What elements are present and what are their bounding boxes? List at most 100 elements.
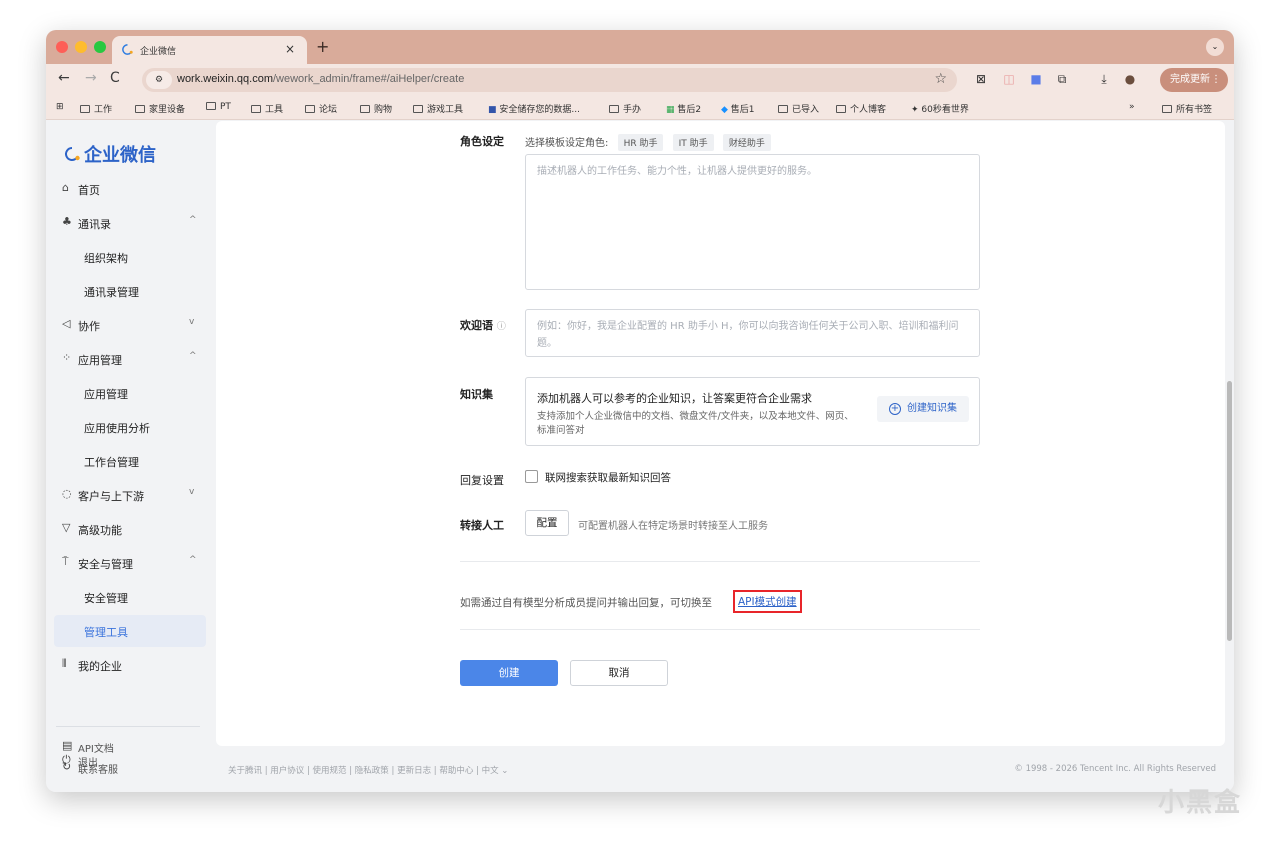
bookmark-item[interactable]: 个人博客 [836, 102, 886, 115]
bookmark-item[interactable]: 家里设备 [135, 102, 185, 115]
browser-toolbar: ← → C ⚙ work.weixin.qq.com/wework_admin/… [46, 64, 1234, 96]
puzzle-icon[interactable]: ⧉ [1054, 71, 1070, 87]
bookmark-item[interactable]: 工作 [80, 102, 112, 115]
divider [460, 561, 980, 562]
sidebar-item-admin-tools[interactable]: 管理工具 [54, 615, 206, 647]
role-description-textarea[interactable]: 描述机器人的工作任务、能力个性，让机器人提供更好的服务。 [525, 154, 980, 290]
sidebar: 企业微信 ⌂ 首页 ♣ 通讯录 ^ 组织架构 通讯录管理 ◁ 协作 v ⁘ 应用管理 ^ 应用… [46, 121, 216, 792]
browser-window: 企业微信 × + ⌄ ← → C ⚙ work.weixin.qq.com/we… [46, 30, 1234, 792]
tmall-icon: ◆ [721, 105, 731, 115]
bookmarks-overflow-button[interactable]: » [1129, 102, 1135, 112]
advanced-icon: ▽ [62, 521, 71, 534]
bookmark-item[interactable]: ◆ 售后1 [721, 102, 755, 115]
api-mode-create-link[interactable]: API模式创建 [733, 590, 802, 613]
create-knowledge-set-button[interactable]: + 创建知识集 [877, 396, 969, 422]
bookmark-item[interactable]: 已导入 [778, 102, 819, 115]
profile-avatar-icon[interactable]: ● [1122, 71, 1138, 87]
sidebar-item-contacts-management[interactable]: 通讯录管理 [46, 275, 206, 307]
close-window-button[interactable] [56, 41, 68, 53]
sidebar-item-home[interactable]: ⌂ 首页 [46, 173, 206, 205]
tab-close-icon[interactable]: × [285, 42, 295, 56]
welcome-placeholder: 例如：你好，我是企业配置的 HR 助手小 H，你可以向我咨询任何关于公司入职、培… [537, 321, 959, 349]
tab-search-chevron-icon[interactable]: ⌄ [1206, 38, 1224, 56]
bookmark-star-icon[interactable]: ☆ [934, 71, 947, 87]
sidebar-item-logout[interactable]: ⏻ 退出 [46, 749, 206, 771]
info-icon[interactable]: ⓘ [497, 322, 506, 332]
folder-icon [251, 105, 261, 113]
sidebar-item-my-enterprise[interactable]: ⫴ 我的企业 [46, 649, 206, 681]
create-button[interactable]: 创建 [460, 660, 558, 686]
chat-icon: ◌ [62, 487, 72, 500]
welcome-label: 欢迎语 ⓘ [460, 319, 506, 332]
sidebar-item-customers[interactable]: ◌ 客户与上下游 v [46, 479, 206, 511]
page-scrollbar[interactable] [1227, 381, 1232, 641]
address-bar[interactable]: ⚙ work.weixin.qq.com/wework_admin/frame#… [142, 68, 957, 92]
sidebar-item-collaboration[interactable]: ◁ 协作 v [46, 309, 206, 341]
bookmark-item[interactable]: 论坛 [305, 102, 337, 115]
sidebar-item-security-admin[interactable]: ⍑ 安全与管理 ^ [46, 547, 206, 579]
tab-wecom[interactable]: 企业微信 × [112, 36, 307, 64]
template-hr-button[interactable]: HR 助手 [617, 134, 664, 151]
chevron-down-icon: v [189, 487, 195, 497]
add-circle-icon: + [889, 403, 901, 415]
forward-arrow-icon[interactable]: → [85, 70, 97, 86]
folder-icon [836, 105, 846, 113]
minimize-window-button[interactable] [75, 41, 87, 53]
extension-icon[interactable]: ⊠ [973, 71, 989, 87]
new-tab-button[interactable]: + [316, 37, 329, 56]
knowledge-set-panel: 添加机器人可以参考的企业知识，让答案更符合企业需求 支持添加个人企业微信中的文档… [525, 377, 980, 446]
welcome-textarea[interactable]: 例如：你好，我是企业配置的 HR 助手小 H，你可以向我咨询任何关于公司入职、培… [525, 309, 980, 357]
wecom-tab-icon [122, 44, 133, 55]
transfer-hint: 可配置机器人在特定场景时转接至人工服务 [578, 521, 768, 532]
url-text[interactable]: work.weixin.qq.com/wework_admin/frame#/a… [177, 73, 464, 85]
template-finance-button[interactable]: 财经助手 [722, 134, 771, 151]
reload-icon[interactable]: C [110, 70, 120, 86]
maximize-window-button[interactable] [94, 41, 106, 53]
configure-button[interactable]: 配置 [525, 510, 569, 536]
back-arrow-icon[interactable]: ← [58, 70, 70, 86]
site-info-icon[interactable]: ⚙ [146, 71, 172, 89]
bookmark-item[interactable]: 购物 [360, 102, 392, 115]
folder-icon [305, 105, 315, 113]
extension-pink-icon[interactable]: ◫ [1001, 71, 1017, 87]
web-search-checkbox[interactable] [525, 470, 538, 483]
folder-icon [80, 105, 90, 113]
folder-icon [360, 105, 370, 113]
reply-settings-label: 回复设置 [460, 474, 504, 487]
cancel-button[interactable]: 取消 [570, 660, 668, 686]
sidebar-item-contacts[interactable]: ♣ 通讯录 ^ [46, 207, 206, 239]
sidebar-item-security-management[interactable]: 安全管理 [46, 581, 206, 613]
update-button[interactable]: 完成更新 ⋮ [1160, 68, 1228, 92]
sidebar-item-apps[interactable]: 应用管理 [46, 377, 206, 409]
bookmark-item[interactable]: 手办 [609, 102, 641, 115]
chevron-up-icon: ^ [189, 555, 197, 565]
security-icon: ⍑ [62, 555, 69, 568]
watermark-logo: 小黑盒 [1157, 788, 1242, 818]
all-bookmarks-button[interactable]: 所有书签 [1162, 102, 1212, 115]
template-it-button[interactable]: IT 助手 [672, 134, 714, 151]
web-search-label[interactable]: 联网搜索获取最新知识回答 [545, 470, 671, 485]
folder-icon [1162, 105, 1172, 113]
bookmark-item[interactable]: ▦ 售后2 [666, 102, 701, 115]
sidebar-item-app-usage-analysis[interactable]: 应用使用分析 [46, 411, 206, 443]
divider [460, 629, 980, 630]
apps-grid-icon[interactable]: ⊞ [56, 102, 64, 112]
sidebar-item-org-structure[interactable]: 组织架构 [46, 241, 206, 273]
download-icon[interactable]: ⤓ [1096, 71, 1112, 87]
sidebar-item-workbench[interactable]: 工作台管理 [46, 445, 206, 477]
folder-icon [413, 105, 423, 113]
bookmark-item[interactable]: PT [206, 102, 231, 112]
footer-links[interactable]: 关于腾讯 | 用户协议 | 使用规范 | 隐私政策 | 更新日志 | 帮助中心 … [228, 764, 508, 776]
knowledge-title: 添加机器人可以参考的企业知识，让答案更符合企业需求 [537, 392, 812, 405]
folder-icon [206, 102, 216, 110]
bookmark-item[interactable]: 游戏工具 [413, 102, 463, 115]
wecom-logo[interactable]: 企业微信 [62, 141, 156, 167]
sidebar-divider [56, 726, 200, 727]
bookmark-item[interactable]: 工具 [251, 102, 283, 115]
sidebar-item-app-management[interactable]: ⁘ 应用管理 ^ [46, 343, 206, 375]
extension-blue-icon[interactable]: ■ [1028, 71, 1044, 87]
folder-icon [778, 105, 788, 113]
sidebar-item-advanced[interactable]: ▽ 高级功能 [46, 513, 206, 545]
bookmark-item[interactable]: ✦ 60秒看世界 [911, 102, 969, 115]
bookmark-item[interactable]: ■ 安全储存您的数据... [488, 102, 580, 115]
